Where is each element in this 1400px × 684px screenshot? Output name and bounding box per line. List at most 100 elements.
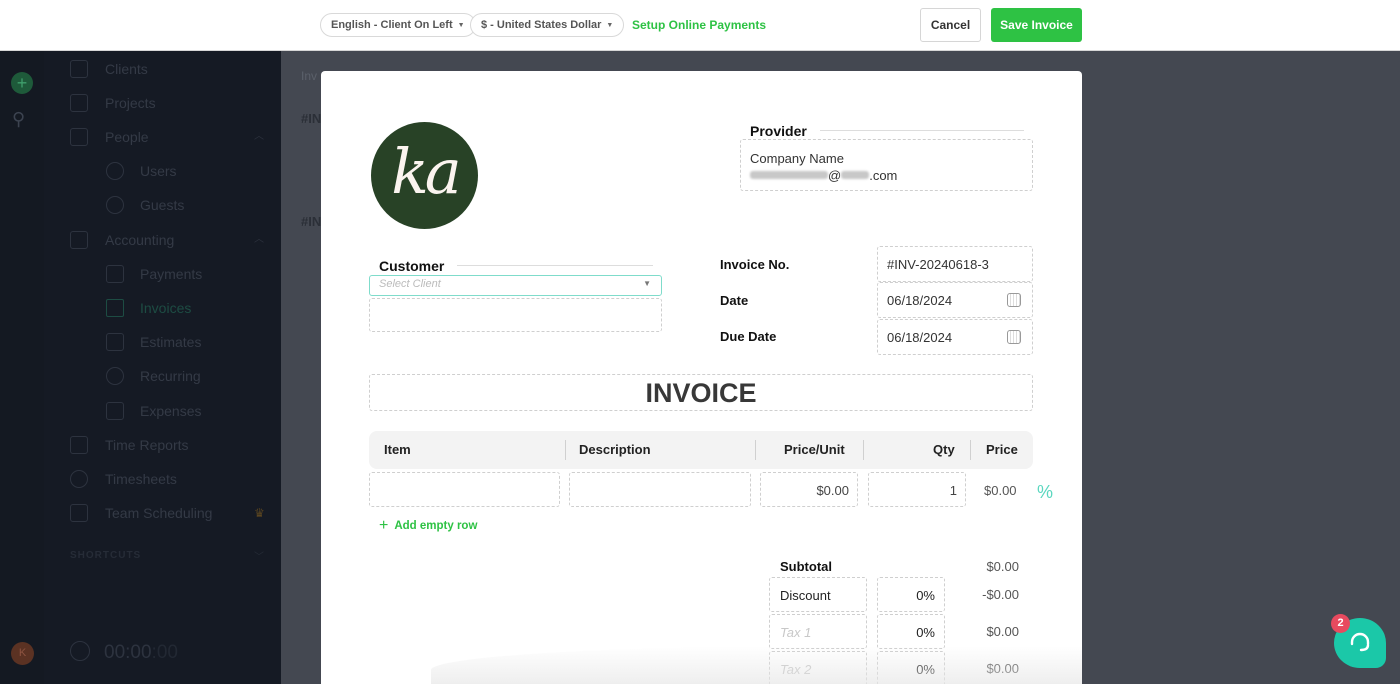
customer-label: Customer [379,258,445,274]
date-field[interactable]: 06/18/2024 [877,282,1033,318]
cancel-button[interactable]: Cancel [920,8,981,42]
divider [820,130,1024,131]
column-divider [565,440,566,460]
add-icon[interactable]: + [11,72,33,94]
subtotal-value: $0.00 [986,559,1019,574]
save-invoice-button[interactable]: Save Invoice [991,8,1082,42]
language-select[interactable]: English - Client On Left ▼ [320,13,476,37]
avatar[interactable]: K [11,642,34,665]
column-divider [863,440,864,460]
sidebar-item-payments[interactable]: Payments [44,260,281,288]
currency-select[interactable]: $ - United States Dollar ▼ [470,13,625,37]
discount-amount: -$0.00 [982,587,1019,602]
discount-name-input[interactable]: Discount [769,577,867,612]
chevron-up-icon: ︿ [254,131,264,142]
calendar-icon[interactable] [1007,293,1021,307]
caret-down-icon: ▼ [606,22,614,29]
clock-icon [70,470,88,488]
chevron-up-icon: ︿ [254,234,264,245]
shortcuts-heading: SHORTCUTS [70,550,142,561]
sidebar-item-clients[interactable]: Clients [44,55,281,83]
sidebar-item-team-scheduling[interactable]: Team Scheduling ♛ [44,499,281,527]
tax2-amount: $0.00 [986,661,1019,676]
tax2-name-input[interactable]: Tax 2 [769,651,867,684]
customer-select[interactable]: Select Client ▼ [369,275,662,296]
caret-down-icon: ▼ [457,22,465,29]
sidebar-item-recurring[interactable]: Recurring [44,362,281,390]
background-invoice: #IN [301,111,322,126]
sidebar-item-guests[interactable]: Guests [44,191,281,219]
invoice-icon [106,299,124,317]
sidebar-item-time-reports[interactable]: Time Reports [44,431,281,459]
background-tab: Inv [301,69,318,83]
refresh-icon [106,367,124,385]
customer-details-box[interactable] [369,298,662,332]
chevron-down-icon[interactable]: ﹀ [254,548,264,563]
invoice-no-field[interactable]: #INV-20240618-3 [877,246,1033,282]
invoice-title[interactable]: INVOICE [369,374,1033,411]
icon-rail: + ⚲ K [0,51,44,684]
provider-box[interactable]: Company Name @ .com [740,139,1033,191]
notification-badge: 2 [1331,614,1350,633]
setup-online-payments-link[interactable]: Setup Online Payments [632,18,766,32]
due-date-field[interactable]: 06/18/2024 [877,319,1033,355]
subtotal-label: Subtotal [780,559,832,574]
timer[interactable]: 00:00:00 [70,641,178,664]
crown-icon: ♛ [254,506,265,520]
tax1-amount: $0.00 [986,624,1019,639]
chart-icon [70,436,88,454]
sidebar-item-people[interactable]: People ︿ [44,123,281,151]
timer-icon [70,641,90,661]
calendar-check-icon [70,504,88,522]
calendar-icon[interactable] [1007,330,1021,344]
sidebar-item-projects[interactable]: Projects [44,89,281,117]
sidebar-item-users[interactable]: Users [44,157,281,185]
sidebar-item-accounting[interactable]: Accounting ︿ [44,226,281,254]
people-icon [70,128,88,146]
column-header-description: Description [579,442,651,457]
headset-icon [1350,632,1370,652]
column-header-item: Item [384,442,411,457]
grid-icon [106,333,124,351]
price-unit-input[interactable]: $0.00 [760,472,858,507]
scale-icon [70,231,88,249]
provider-company: Company Name [750,151,844,166]
card-icon [106,265,124,283]
item-input[interactable] [369,472,560,507]
divider [457,265,653,266]
background-invoice: #IN [301,214,322,229]
search-icon[interactable]: ⚲ [12,109,25,130]
items-table-header: Item Description Price/Unit Qty Price [369,431,1033,469]
user-icon [106,162,124,180]
provider-email: @ .com [750,167,1023,184]
sidebar-item-invoices[interactable]: Invoices [44,294,281,322]
qty-input[interactable]: 1 [868,472,966,507]
invoice-editor: ka Provider Company Name @ .com Customer … [321,71,1082,684]
sidebar-item-estimates[interactable]: Estimates [44,328,281,356]
due-date-label: Due Date [720,329,777,344]
add-empty-row-button[interactable]: + Add empty row [379,517,477,535]
sidebar-item-expenses[interactable]: Expenses [44,397,281,425]
caret-down-icon: ▼ [643,279,651,288]
column-header-price-unit: Price/Unit [784,442,845,457]
provider-label: Provider [750,123,807,139]
row-price: $0.00 [984,483,1017,498]
tax1-name-input[interactable]: Tax 1 [769,614,867,649]
wallet-icon [106,402,124,420]
sidebar-item-timesheets[interactable]: Timesheets [44,465,281,493]
column-divider [970,440,971,460]
percent-icon[interactable]: % [1037,482,1053,503]
plus-icon: + [379,517,389,534]
invoice-no-label: Invoice No. [720,257,790,272]
column-header-price: Price [986,442,1018,457]
column-header-qty: Qty [933,442,955,457]
clients-icon [70,60,88,78]
top-bar: English - Client On Left ▼ $ - United Sta… [0,0,1400,51]
description-input[interactable] [569,472,751,507]
company-logo[interactable]: ka [371,122,478,229]
sidebar: Clients Projects People ︿ Users Guests Ac… [44,51,281,684]
column-divider [755,440,756,460]
folder-icon [70,94,88,112]
eye-icon [106,196,124,214]
date-label: Date [720,293,749,308]
